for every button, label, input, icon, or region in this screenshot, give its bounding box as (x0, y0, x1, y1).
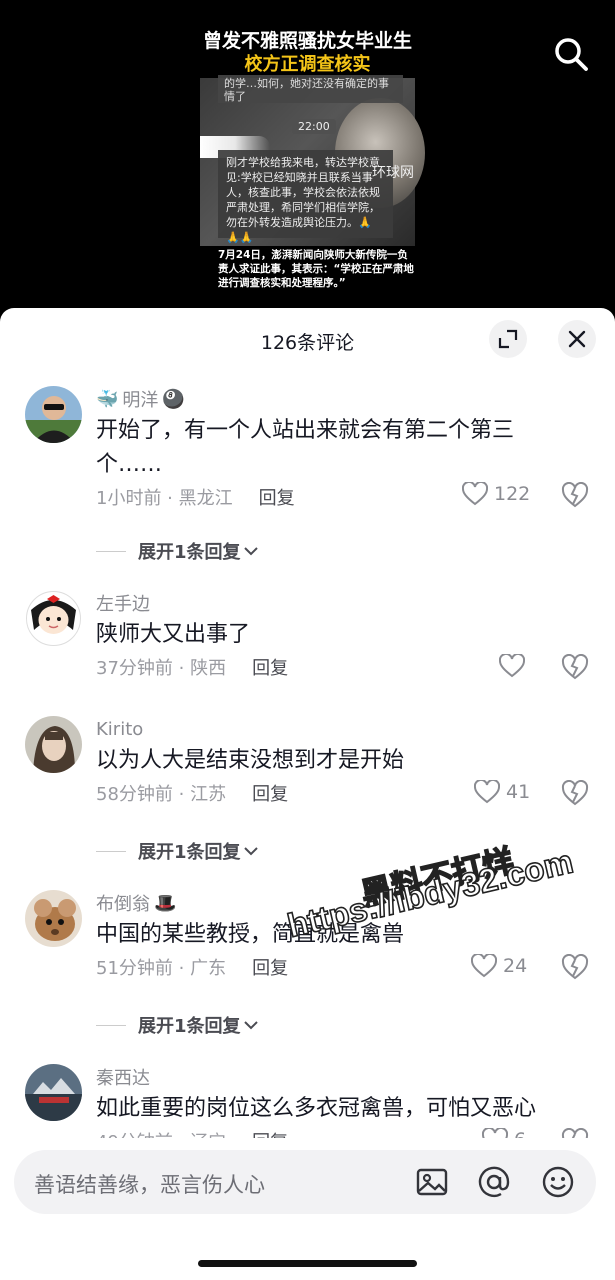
dislike-button[interactable] (561, 953, 589, 982)
reply-button[interactable]: 回复 (252, 654, 288, 680)
comment-author[interactable]: 左手边 (96, 590, 595, 616)
dislike-button[interactable] (561, 779, 589, 808)
video-player[interactable]: 的学…如何，她对还没有确定的事情了 22:00 刚才学校给我来电，转达学校意见:… (0, 0, 615, 310)
emoji-button[interactable] (540, 1164, 576, 1200)
comment-text: 以为人大是结束没想到才是开始 (96, 748, 405, 773)
comment-meta: 51分钟前 · 广东 回复 (96, 954, 288, 980)
heart-icon (474, 780, 500, 804)
divider (96, 850, 126, 852)
comment-meta: 37分钟前 · 陕西 回复 (96, 654, 288, 680)
avatar[interactable] (25, 590, 82, 647)
comment-input[interactable]: 善语结善缘，恶言伤人心 (14, 1150, 596, 1214)
heart-icon (499, 654, 525, 678)
comment-input-bar: 善语结善缘，恶言伤人心 (0, 1138, 615, 1280)
expand-replies-button[interactable]: 展开1条回复 (96, 1012, 259, 1038)
search-icon (555, 38, 588, 71)
close-sheet-button[interactable] (558, 320, 596, 358)
search-button[interactable] (553, 36, 589, 72)
video-message: 刚才学校给我来电，转达学校意见:学校已经知晓并且联系当事人，核查此事，学校会依法… (218, 150, 393, 244)
like-count: 24 (503, 955, 528, 977)
image-button[interactable] (414, 1164, 450, 1200)
reply-button[interactable]: 回复 (259, 484, 295, 510)
dislike-button[interactable] (561, 653, 589, 682)
mention-button[interactable] (476, 1164, 512, 1200)
comment-text: 开始了，有一个人站出来就会有第二个第三 个…… (96, 418, 515, 477)
avatar[interactable] (25, 716, 82, 773)
top-hat-badge: 🎩 (154, 892, 177, 914)
avatar[interactable] (25, 890, 82, 947)
comment-author[interactable]: Kirito (96, 716, 595, 742)
like-button[interactable]: 41 (474, 780, 530, 804)
avatar[interactable] (25, 1064, 82, 1121)
comment-meta: 58分钟前 · 江苏 回复 (96, 780, 288, 806)
video-time-chip: 22:00 (292, 119, 336, 134)
close-icon (568, 330, 586, 348)
video-caption: 7月24日，澎湃新闻向陕师大新传院一负责人求证此事，其表示：“学校正在严肃地进行… (218, 249, 414, 289)
broken-heart-icon (561, 481, 589, 508)
whale-badge: 🐳 (96, 388, 119, 410)
comment-input-placeholder: 善语结善缘，恶言伤人心 (34, 1173, 265, 1197)
comment-text: 陕师大又出事了 (96, 622, 251, 647)
video-watermark: 环球网 (372, 165, 414, 181)
video-top-chip: 的学…如何，她对还没有确定的事情了 (218, 75, 403, 103)
broken-heart-icon (561, 653, 589, 680)
comment-sheet: 126条评论 🐳 明洋 🎱 开始了，有一个人站出来就会有第二个第三 个…… 1小… (0, 308, 615, 1280)
video-headline-2: 校方正调查核实 (244, 54, 371, 74)
comment-author[interactable]: 🐳 明洋 🎱 (96, 386, 595, 412)
avatar[interactable] (25, 386, 82, 443)
video-headline-1: 曾发不雅照骚扰女毕业生 (202, 31, 412, 52)
like-count: 41 (506, 781, 531, 803)
reply-button[interactable]: 回复 (252, 780, 288, 806)
pool-ball-badge: 🎱 (162, 388, 185, 410)
like-button[interactable]: 122 (462, 482, 530, 506)
chevron-down-icon (243, 547, 258, 556)
emoji-icon (542, 1166, 574, 1198)
like-count: 122 (494, 483, 531, 505)
broken-heart-icon (561, 953, 589, 980)
at-icon (478, 1166, 510, 1198)
broken-heart-icon (561, 779, 589, 806)
home-indicator[interactable] (198, 1260, 417, 1267)
heart-icon (462, 482, 488, 506)
image-icon (416, 1168, 448, 1196)
expand-replies-button[interactable]: 展开1条回复 (96, 538, 259, 564)
dislike-button[interactable] (561, 481, 589, 510)
like-button[interactable] (499, 654, 531, 678)
comment-meta: 1小时前 · 黑龙江 回复 (96, 484, 295, 510)
comment-author[interactable]: 秦西达 (96, 1064, 595, 1090)
chevron-down-icon (243, 847, 258, 856)
expand-sheet-button[interactable] (489, 320, 527, 358)
divider (96, 1024, 126, 1026)
expand-icon (498, 329, 518, 349)
chevron-down-icon (243, 1021, 258, 1030)
divider (96, 550, 126, 552)
comment-text: 如此重要的岗位这么多衣冠禽兽，可怕又恶心 (96, 1096, 537, 1121)
heart-icon (471, 954, 497, 978)
reply-button[interactable]: 回复 (252, 954, 288, 980)
like-button[interactable]: 24 (471, 954, 527, 978)
expand-replies-button[interactable]: 展开1条回复 (96, 838, 259, 864)
